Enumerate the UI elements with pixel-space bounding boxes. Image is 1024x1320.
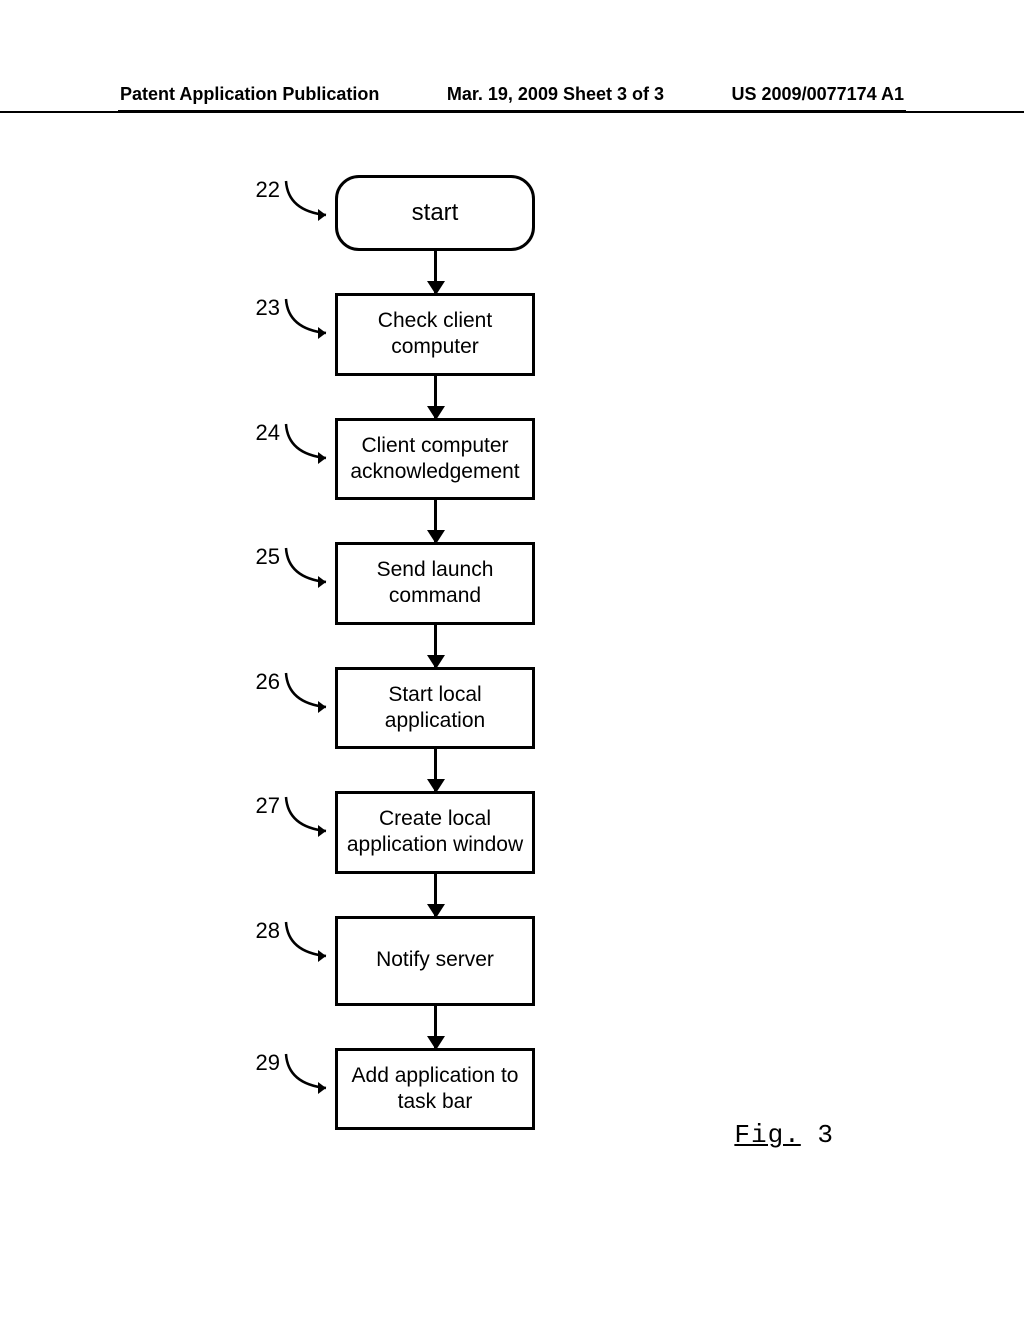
leader-curve-icon [280,418,335,468]
header-right: US 2009/0077174 A1 [732,84,904,105]
flow-node: 26 Start local application [240,667,620,750]
flow-node: 25 Send launch command [240,542,620,625]
leader-curve-icon [280,542,335,592]
ref-number: 26 [240,669,280,695]
flow-node: 24 Client computer acknowledgement [240,418,620,501]
flow-node: 23 Check client computer [240,293,620,376]
node-text: start [412,198,459,228]
leader-curve-icon [280,791,335,841]
arrow-down-icon [434,1006,437,1048]
arrow-down-icon [434,749,437,791]
arrow-down-icon [434,251,437,293]
header-center: Mar. 19, 2009 Sheet 3 of 3 [447,84,664,105]
node-text: Notify server [376,947,494,973]
flow-node: 28 Notify server [240,916,620,1006]
process-box: Check client computer [335,293,535,376]
ref-leader [280,1048,335,1088]
leader-curve-icon [280,1048,335,1098]
ref-leader [280,916,335,956]
leader-curve-icon [280,667,335,717]
ref-number: 29 [240,1050,280,1076]
process-box: Start local application [335,667,535,750]
figure-label: Fig. 3 [734,1120,834,1150]
node-text: Check client computer [344,308,526,361]
node-text: Start local application [344,682,526,735]
process-box: Notify server [335,916,535,1006]
ref-number: 24 [240,420,280,446]
terminator-box: start [335,175,535,251]
flowchart: 22 start 23 Check client computer 24 [240,175,620,1130]
leader-curve-icon [280,916,335,966]
process-box: Create local application window [335,791,535,874]
process-box: Add application to task bar [335,1048,535,1131]
leader-curve-icon [280,175,335,225]
ref-leader [280,791,335,831]
ref-number: 28 [240,918,280,944]
flow-node: 27 Create local application window [240,791,620,874]
process-box: Client computer acknowledgement [335,418,535,501]
arrow-down-icon [434,625,437,667]
node-text: Client computer acknowledgement [344,433,526,486]
ref-leader [280,542,335,582]
flow-node: 29 Add application to task bar [240,1048,620,1131]
ref-number: 23 [240,295,280,321]
process-box: Send launch command [335,542,535,625]
arrow-down-icon [434,500,437,542]
header-left: Patent Application Publication [120,84,379,105]
arrow-down-icon [434,376,437,418]
page-header: Patent Application Publication Mar. 19, … [0,84,1024,113]
figure-number: 3 [817,1120,834,1150]
figure-prefix: Fig. [734,1120,800,1150]
flow-node: 22 start [240,175,620,251]
ref-leader [280,293,335,333]
header-rule [118,110,906,112]
node-text: Create local application window [344,806,526,859]
ref-leader [280,418,335,458]
ref-number: 25 [240,544,280,570]
ref-number: 22 [240,177,280,203]
arrow-down-icon [434,874,437,916]
ref-number: 27 [240,793,280,819]
ref-leader [280,175,335,215]
ref-leader [280,667,335,707]
leader-curve-icon [280,293,335,343]
node-text: Add application to task bar [344,1063,526,1116]
node-text: Send launch command [344,557,526,610]
